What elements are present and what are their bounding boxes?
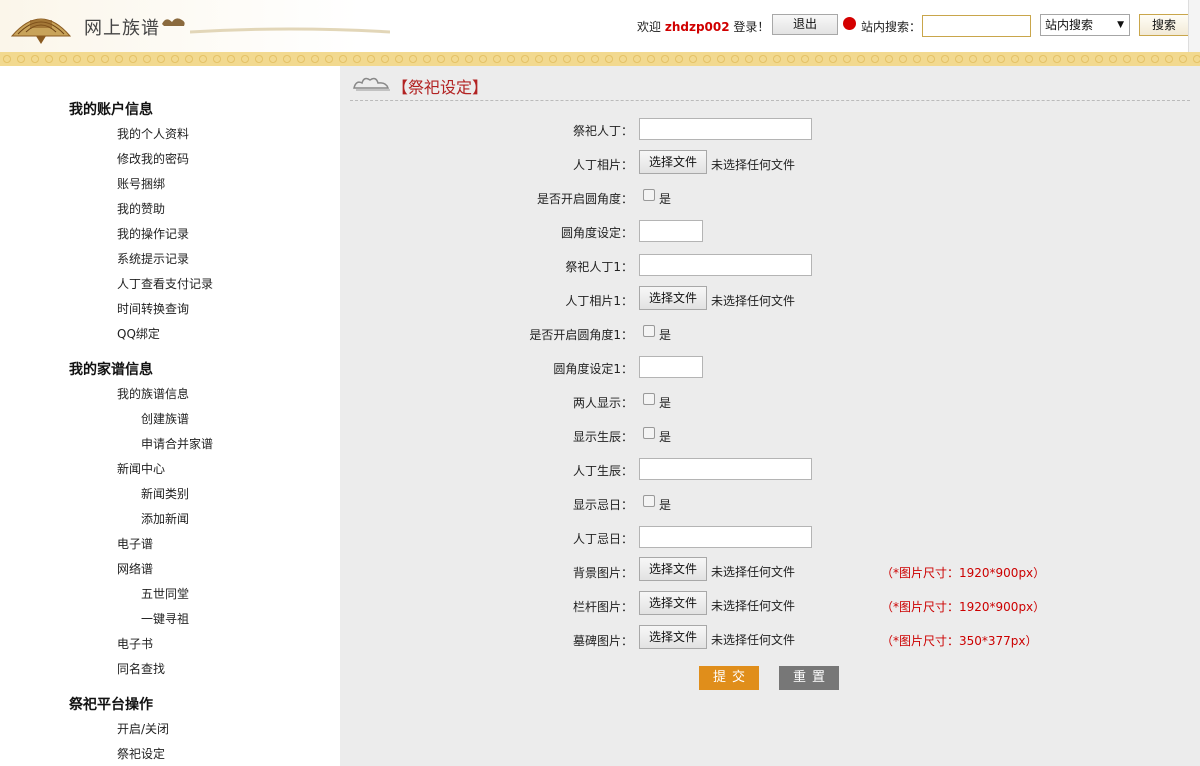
two-show-yes-label: 是 — [659, 396, 672, 410]
label-radius1: 圆角度设定1： — [553, 362, 633, 376]
sidebar-item-news-category[interactable]: 新闻类别 — [141, 485, 189, 502]
bg-image-size-hint: （*图片尺寸：1920*900px） — [881, 566, 1046, 580]
rounded1-checkbox[interactable] — [643, 325, 655, 337]
sidebar-item-five-generations[interactable]: 五世同堂 — [141, 585, 189, 602]
label-death: 人丁忌日： — [572, 532, 633, 546]
radius-input[interactable] — [639, 220, 703, 242]
tomb-image-file-button[interactable]: 选择文件 — [639, 625, 707, 649]
header-swoosh-decoration — [190, 27, 390, 34]
label-radius: 圆角度设定： — [560, 226, 633, 240]
tomb-image-file-status: 未选择任何文件 — [711, 633, 796, 647]
label-rail-image: 栏杆图片： — [572, 600, 633, 614]
fan-logo-icon — [10, 18, 72, 44]
sidebar-item-web-genealogy[interactable]: 网络谱 — [117, 560, 153, 577]
show-death-checkbox[interactable] — [643, 495, 655, 507]
site-title: 网上族谱 — [84, 18, 160, 39]
sidebar-item-memorial-settings[interactable]: 祭祀设定 — [117, 745, 165, 762]
person-input[interactable] — [639, 118, 812, 140]
username: zhdzp002 — [664, 20, 730, 34]
label-photo: 人丁相片： — [572, 158, 633, 172]
search-label: 站内搜索： — [861, 20, 922, 34]
label-person: 祭祀人丁： — [572, 124, 633, 138]
photo1-file-button[interactable]: 选择文件 — [639, 286, 707, 310]
dropdown-arrow-icon: ▼ — [1117, 20, 1124, 30]
sidebar-item-time-conversion[interactable]: 时间转换查询 — [117, 300, 189, 317]
radius1-input[interactable] — [639, 356, 703, 378]
cloud-ornament-icon — [353, 77, 390, 91]
search-button[interactable]: 搜索 — [1139, 14, 1189, 36]
reset-button[interactable]: 重置 — [779, 666, 839, 690]
label-show-birth: 显示生辰： — [572, 430, 633, 444]
sidebar-item-e-genealogy[interactable]: 电子谱 — [117, 535, 153, 552]
sidebar-item-toggle-memorial[interactable]: 开启/关闭 — [117, 720, 169, 737]
sidebar-item-add-news[interactable]: 添加新闻 — [141, 510, 189, 527]
rounded1-yes-label: 是 — [659, 328, 672, 342]
photo-file-button[interactable]: 选择文件 — [639, 150, 707, 174]
sidebar-item-payment-records[interactable]: 人丁查看支付记录 — [117, 275, 213, 292]
search-scope-value: 站内搜索 — [1045, 18, 1094, 32]
sidebar-item-find-ancestor[interactable]: 一键寻祖 — [141, 610, 189, 627]
heading-divider — [350, 100, 1190, 101]
label-photo1: 人丁相片1： — [565, 294, 633, 308]
sidebar-section-account: 我的账户信息 — [69, 102, 153, 118]
sidebar-item-system-notices[interactable]: 系统提示记录 — [117, 250, 189, 267]
sidebar-item-operation-log[interactable]: 我的操作记录 — [117, 225, 189, 242]
show-birth-checkbox[interactable] — [643, 427, 655, 439]
death-input[interactable] — [639, 526, 812, 548]
label-show-death: 显示忌日： — [572, 498, 633, 512]
birth-input[interactable] — [639, 458, 812, 480]
sidebar-item-account-binding[interactable]: 账号捆绑 — [117, 175, 165, 192]
rounded-yes-label: 是 — [659, 192, 672, 206]
welcome-message: 欢迎 zhdzp002 登录！ — [637, 18, 769, 35]
person1-input[interactable] — [639, 254, 812, 276]
pattern-band — [0, 52, 1200, 66]
sidebar-item-sponsorship[interactable]: 我的赞助 — [117, 200, 165, 217]
photo1-file-status: 未选择任何文件 — [711, 294, 796, 308]
rail-image-file-status: 未选择任何文件 — [711, 599, 796, 613]
sidebar-item-change-password[interactable]: 修改我的密码 — [117, 150, 189, 167]
label-bg-image: 背景图片： — [572, 566, 633, 580]
welcome-suffix: 登录！ — [733, 20, 770, 34]
sidebar-item-profile[interactable]: 我的个人资料 — [117, 125, 189, 142]
search-input[interactable] — [922, 15, 1031, 37]
sidebar-item-create-genealogy[interactable]: 创建族谱 — [141, 410, 189, 427]
show-birth-yes-label: 是 — [659, 430, 672, 444]
rail-image-size-hint: （*图片尺寸：1920*900px） — [881, 600, 1046, 614]
sidebar-item-e-book[interactable]: 电子书 — [117, 635, 153, 652]
top-header: 网上族谱 欢迎 zhdzp002 登录！ 退出 站内搜索： 站内搜索 ▼ 搜索 — [0, 0, 1200, 66]
label-tomb-image: 墓碑图片： — [572, 634, 633, 648]
main-panel: 【祭祀设定】 祭祀人丁： 人丁相片： 选择文件 未选择任何文件 是否开启圆角度：… — [340, 66, 1200, 766]
rounded-checkbox[interactable] — [643, 189, 655, 201]
cloud-ornament-icon — [162, 18, 185, 26]
sidebar-section-genealogy: 我的家谱信息 — [69, 362, 153, 378]
label-rounded: 是否开启圆角度： — [536, 192, 633, 206]
sidebar-item-merge-genealogy[interactable]: 申请合并家谱 — [141, 435, 213, 452]
red-dot-icon — [843, 17, 856, 30]
page-title: 【祭祀设定】 — [392, 78, 489, 97]
sidebar-item-qq-binding[interactable]: QQ绑定 — [117, 325, 160, 342]
label-rounded1: 是否开启圆角度1： — [529, 328, 633, 342]
bg-image-file-status: 未选择任何文件 — [711, 565, 796, 579]
label-two-show: 两人显示： — [572, 396, 633, 410]
photo-file-status: 未选择任何文件 — [711, 158, 796, 172]
sidebar-item-news-center[interactable]: 新闻中心 — [117, 460, 165, 477]
label-person1: 祭祀人丁1： — [565, 260, 633, 274]
tomb-image-size-hint: （*图片尺寸：350*377px） — [881, 634, 1038, 648]
logout-button[interactable]: 退出 — [772, 14, 838, 35]
welcome-prefix: 欢迎 — [637, 20, 662, 34]
sidebar-section-memorial: 祭祀平台操作 — [69, 697, 153, 713]
label-birth: 人丁生辰： — [572, 464, 633, 478]
sidebar-item-genealogy-info[interactable]: 我的族谱信息 — [117, 385, 189, 402]
sidebar-item-same-name-search[interactable]: 同名查找 — [117, 660, 165, 677]
submit-button[interactable]: 提交 — [699, 666, 759, 690]
sidebar: 我的账户信息 我的个人资料 修改我的密码 账号捆绑 我的赞助 我的操作记录 系统… — [0, 66, 340, 766]
search-scope-select[interactable]: 站内搜索 ▼ — [1040, 14, 1130, 36]
two-show-checkbox[interactable] — [643, 393, 655, 405]
rail-image-file-button[interactable]: 选择文件 — [639, 591, 707, 615]
show-death-yes-label: 是 — [659, 498, 672, 512]
bg-image-file-button[interactable]: 选择文件 — [639, 557, 707, 581]
